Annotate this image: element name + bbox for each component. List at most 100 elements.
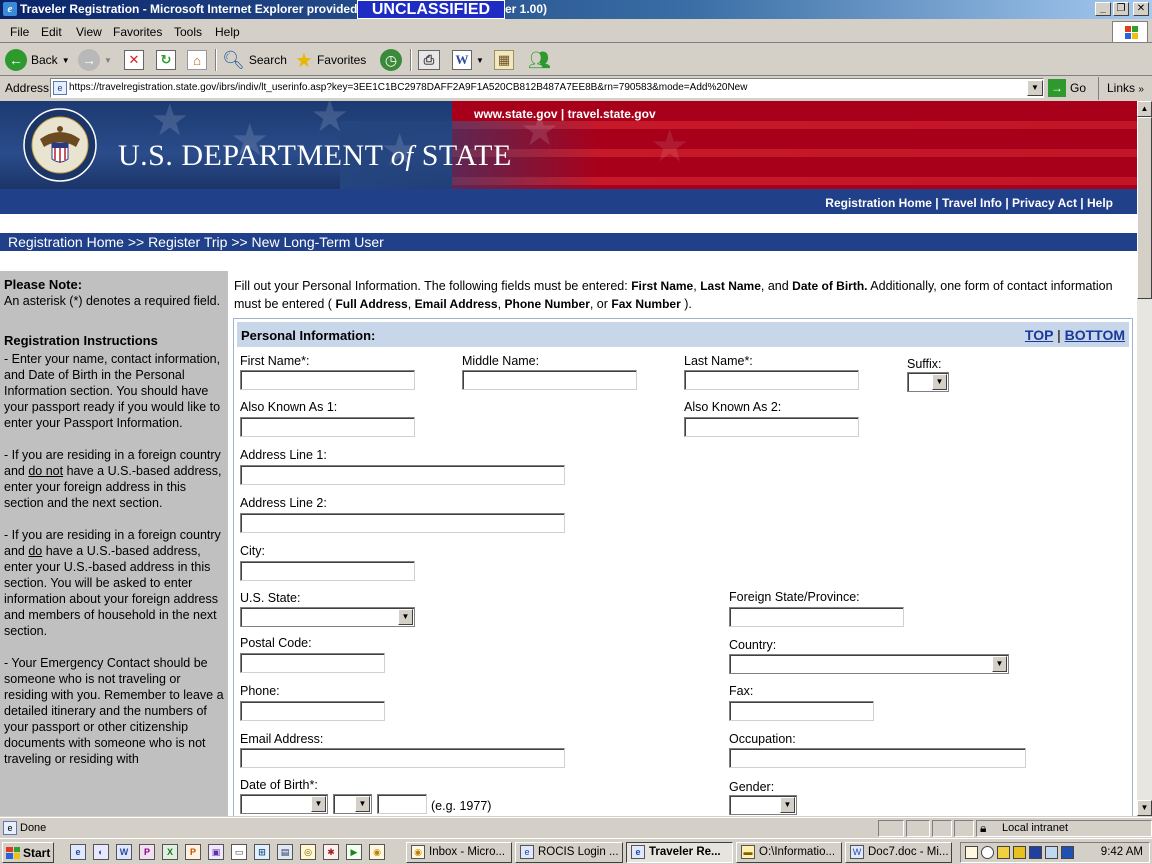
dob-day-select[interactable]: ▼: [333, 794, 372, 814]
address2-label: Address Line 2:: [240, 496, 327, 510]
start-button[interactable]: Start: [2, 842, 54, 863]
task-label: Doc7.doc - Mi...: [868, 846, 949, 858]
zone-text: Local intranet: [1002, 822, 1069, 834]
forward-button[interactable]: → ▼: [78, 48, 112, 72]
tray-monitor-icon[interactable]: [1061, 846, 1074, 859]
tray-key-icon[interactable]: [997, 846, 1010, 859]
breadcrumb[interactable]: Registration Home >> Register Trip >> Ne…: [0, 233, 1137, 251]
aka1-label: Also Known As 1:: [240, 400, 338, 414]
ie-quicklaunch-icon[interactable]: e: [70, 844, 86, 860]
task-inbox[interactable]: ◉ Inbox - Micro...: [406, 842, 512, 863]
print-button[interactable]: ⎙: [418, 48, 440, 72]
chevron-right-icon: »: [1138, 84, 1144, 95]
edit-button[interactable]: W ▼: [452, 48, 484, 72]
menu-view[interactable]: View: [76, 25, 102, 39]
home-icon: ⌂: [187, 50, 207, 70]
menu-edit[interactable]: Edit: [41, 25, 62, 39]
tray-alert-icon[interactable]: [981, 846, 994, 859]
app-quicklaunch-icon[interactable]: ▣: [208, 844, 224, 860]
discuss-button[interactable]: ▦: [494, 48, 514, 72]
menu-tools[interactable]: Tools: [174, 25, 202, 39]
go-button[interactable]: → Go: [1048, 79, 1086, 97]
explorer-quicklaunch-icon[interactable]: ⊞: [254, 844, 270, 860]
home-button[interactable]: ⌂: [187, 48, 207, 72]
dob-month-select[interactable]: ▼: [240, 794, 328, 814]
desktop-quicklaunch-icon[interactable]: ◐: [93, 844, 109, 860]
taskbar: Start e ◐ W P X P ▣ ▭ ⊞ ▤ ◎ ✱ ▶ ◉ ◉ Inbox…: [0, 838, 1152, 864]
page-scrollbar[interactable]: ▲ ▼: [1137, 101, 1152, 816]
fax-input[interactable]: [729, 701, 874, 721]
address-dropdown-button[interactable]: ▼: [1027, 80, 1043, 96]
favorites-button[interactable]: ★ Favorites: [295, 48, 366, 72]
links-button[interactable]: Links »: [1098, 77, 1144, 100]
postal-code-input[interactable]: [240, 653, 385, 673]
address2-input[interactable]: [240, 513, 565, 533]
media-quicklaunch-icon[interactable]: ▶: [346, 844, 362, 860]
last-name-input[interactable]: [684, 370, 859, 390]
calendar-quicklaunch-icon[interactable]: ▤: [277, 844, 293, 860]
bottom-link[interactable]: BOTTOM: [1065, 327, 1125, 343]
email-label: Email Address:: [240, 732, 324, 746]
note-text: An asterisk (*) denotes a required field…: [4, 294, 221, 308]
excel-quicklaunch-icon[interactable]: X: [162, 844, 178, 860]
gender-select[interactable]: ▼: [729, 795, 797, 815]
window-quicklaunch-icon[interactable]: ▭: [231, 844, 247, 860]
middle-name-input[interactable]: [462, 370, 637, 390]
task-rocis[interactable]: e ROCIS Login ...: [515, 842, 623, 863]
us-state-select[interactable]: ▼: [240, 607, 415, 627]
search-button[interactable]: 🔍︎ Search: [222, 48, 287, 72]
menu-help[interactable]: Help: [215, 25, 240, 39]
tray-network-icon[interactable]: [1029, 846, 1042, 859]
refresh-button[interactable]: ↻: [156, 48, 176, 72]
task-doc7[interactable]: W Doc7.doc - Mi...: [845, 842, 952, 863]
minimize-button[interactable]: _: [1095, 2, 1111, 16]
phone-input[interactable]: [240, 701, 385, 721]
scroll-up-button[interactable]: ▲: [1137, 101, 1152, 117]
instr2-underline: do not: [28, 464, 64, 478]
suffix-select[interactable]: ▼: [907, 372, 949, 392]
back-button[interactable]: ← Back ▼: [5, 48, 70, 72]
scroll-down-button[interactable]: ▼: [1137, 800, 1152, 816]
stop-button[interactable]: ✕: [124, 48, 144, 72]
address-input[interactable]: e https://travelregistration.state.gov/i…: [50, 78, 1044, 98]
tray-shield-icon[interactable]: [1045, 846, 1058, 859]
occupation-input[interactable]: [729, 748, 1026, 768]
task-traveler[interactable]: e Traveler Re...: [626, 842, 733, 863]
chevron-down-icon: ▼: [932, 374, 947, 390]
city-input[interactable]: [240, 561, 415, 581]
word-quicklaunch-icon[interactable]: W: [116, 844, 132, 860]
middle-name-label: Middle Name:: [462, 354, 540, 368]
history-button[interactable]: ◷: [380, 48, 402, 72]
country-select[interactable]: ▼: [729, 654, 1009, 674]
tools-quicklaunch-icon[interactable]: ✱: [323, 844, 339, 860]
close-button[interactable]: ✕: [1133, 2, 1149, 16]
forward-arrow-icon: →: [78, 49, 100, 71]
menu-file[interactable]: File: [10, 25, 29, 39]
tray-outlook-icon[interactable]: [965, 846, 978, 859]
top-nav-links[interactable]: Registration Home | Travel Info | Privac…: [825, 196, 1113, 210]
powerpoint-quicklaunch-icon[interactable]: P: [185, 844, 201, 860]
scroll-thumb[interactable]: [1137, 117, 1152, 299]
menu-favorites[interactable]: Favorites: [113, 25, 162, 39]
tray-pen-icon[interactable]: [1013, 846, 1026, 859]
globe-quicklaunch-icon[interactable]: ◎: [300, 844, 316, 860]
first-name-input[interactable]: [240, 370, 415, 390]
dob-year-input[interactable]: [377, 794, 427, 814]
messenger-button[interactable]: 👥︎: [528, 48, 551, 72]
publisher-quicklaunch-icon[interactable]: P: [139, 844, 155, 860]
ie-icon: e: [520, 845, 534, 859]
aka2-input[interactable]: [684, 417, 859, 437]
task-folder[interactable]: ▬ O:\Informatio...: [736, 842, 842, 863]
department-name: U.S. DEPARTMENT of STATE: [118, 139, 512, 173]
top-site-links[interactable]: www.state.gov | travel.state.gov: [474, 107, 656, 121]
foreign-state-input[interactable]: [729, 607, 904, 627]
outlook-quicklaunch-icon[interactable]: ◉: [369, 844, 385, 860]
chevron-down-icon: ▼: [992, 656, 1007, 672]
email-input[interactable]: [240, 748, 565, 768]
panel-header: Personal Information: TOP | BOTTOM: [237, 322, 1129, 347]
aka1-input[interactable]: [240, 417, 415, 437]
task-label: O:\Informatio...: [759, 846, 836, 858]
restore-button[interactable]: ❐: [1113, 2, 1129, 16]
address1-input[interactable]: [240, 465, 565, 485]
top-link[interactable]: TOP: [1025, 327, 1053, 343]
